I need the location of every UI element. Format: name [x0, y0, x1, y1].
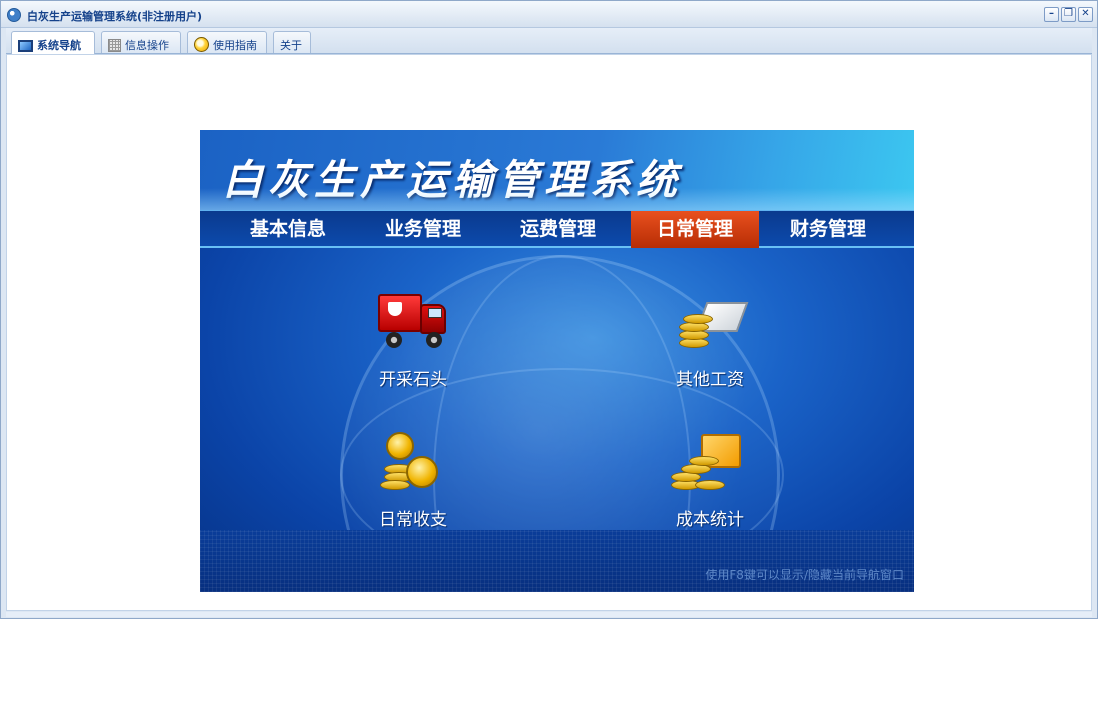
grid-icon: [108, 39, 121, 52]
nav-item-cost-statistics[interactable]: 成本统计: [655, 430, 765, 530]
banner-header: 白灰生产运输管理系统: [200, 130, 914, 210]
menu-finance-management[interactable]: 财务管理: [764, 211, 892, 248]
tab-label: 系统导航: [37, 39, 81, 52]
tab-user-guide[interactable]: 使用指南: [187, 31, 267, 53]
menu-daily-management[interactable]: 日常管理: [631, 211, 759, 248]
truck-icon: [378, 294, 448, 352]
restore-button[interactable]: ❐: [1061, 7, 1076, 22]
menu-freight-management[interactable]: 运费管理: [494, 211, 622, 248]
minimize-button[interactable]: –: [1044, 7, 1059, 22]
nav-item-other-wages[interactable]: 其他工资: [655, 290, 765, 390]
coins-laptop-icon: [675, 294, 749, 360]
tab-info-operation[interactable]: 信息操作: [101, 31, 181, 53]
menu-basic-info[interactable]: 基本信息: [224, 211, 352, 248]
app-logo-icon: [7, 8, 21, 22]
nav-item-daily-income-expense[interactable]: 日常收支: [358, 430, 468, 530]
status-bar: [6, 612, 1092, 617]
tab-about[interactable]: 关于: [273, 31, 311, 53]
window-title: 白灰生产运输管理系统(非注册用户): [27, 10, 203, 23]
tab-system-navigation[interactable]: 系统导航: [11, 31, 95, 54]
nav-item-label: 其他工资: [676, 370, 744, 390]
nav-item-label: 开采石头: [379, 370, 447, 390]
close-button[interactable]: ✕: [1078, 7, 1093, 22]
tab-label: 信息操作: [125, 39, 169, 52]
title-bar[interactable]: 白灰生产运输管理系统(非注册用户) – ❐ ✕: [1, 1, 1097, 28]
bulb-icon: [194, 37, 209, 52]
coins-icon: [380, 430, 444, 496]
module-menu-bar: 基本信息 业务管理 运费管理 日常管理 财务管理: [200, 210, 914, 248]
tab-label: 使用指南: [213, 39, 257, 52]
nav-item-label: 成本统计: [676, 510, 744, 530]
nav-item-quarry-stone[interactable]: 开采石头: [358, 290, 468, 390]
nav-item-label: 日常收支: [379, 510, 447, 530]
navigation-banner: 白灰生产运输管理系统 基本信息 业务管理 运费管理 日常管理 财务管理 开采石头…: [200, 130, 914, 592]
tab-label: 关于: [280, 39, 302, 52]
banner-title: 白灰生产运输管理系统: [222, 156, 682, 204]
coins-chart-icon: [667, 430, 747, 496]
menu-business-management[interactable]: 业务管理: [359, 211, 487, 248]
tab-bar: 系统导航 信息操作 使用指南 关于: [6, 28, 1092, 54]
keyboard-hint: 使用F8键可以显示/隐藏当前导航窗口: [705, 568, 904, 582]
monitor-icon: [18, 40, 33, 52]
